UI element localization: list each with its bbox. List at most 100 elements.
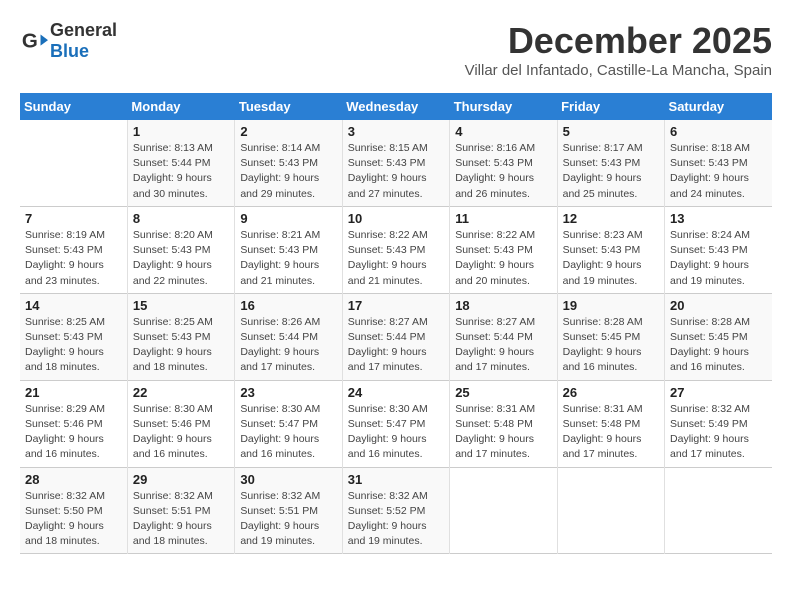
day-number: 2	[240, 124, 336, 139]
day-number: 7	[25, 211, 122, 226]
calendar-week-row: 7 Sunrise: 8:19 AM Sunset: 5:43 PM Daylig…	[20, 206, 772, 293]
calendar-cell: 27Sunrise: 8:32 AM Sunset: 5:49 PM Dayli…	[665, 380, 772, 467]
column-header-friday: Friday	[557, 93, 664, 120]
day-number: 26	[563, 385, 659, 400]
calendar-cell: 10Sunrise: 8:22 AM Sunset: 5:43 PM Dayli…	[342, 206, 449, 293]
day-detail: Sunrise: 8:26 AM Sunset: 5:44 PM Dayligh…	[240, 315, 336, 376]
day-number: 8	[133, 211, 229, 226]
calendar-cell: 29 Sunrise: 8:32 AM Sunset: 5:51 PM Dayli…	[127, 467, 234, 554]
day-detail: Sunrise: 8:24 AM Sunset: 5:43 PM Dayligh…	[670, 228, 767, 289]
calendar-cell: 6Sunrise: 8:18 AM Sunset: 5:43 PM Daylig…	[665, 120, 772, 206]
calendar-cell: 21 Sunrise: 8:29 AM Sunset: 5:46 PM Dayli…	[20, 380, 127, 467]
day-detail: Sunrise: 8:32 AM Sunset: 5:49 PM Dayligh…	[670, 402, 767, 463]
day-detail: Sunrise: 8:32 AM Sunset: 5:50 PM Dayligh…	[25, 489, 122, 550]
day-detail: Sunrise: 8:30 AM Sunset: 5:46 PM Dayligh…	[133, 402, 229, 463]
day-number: 31	[348, 472, 444, 487]
calendar-cell	[450, 467, 557, 554]
day-number: 25	[455, 385, 551, 400]
calendar-cell: 25 Sunrise: 8:31 AM Sunset: 5:48 PM Dayli…	[450, 380, 557, 467]
calendar-cell: 17 Sunrise: 8:27 AM Sunset: 5:44 PM Dayli…	[342, 293, 449, 380]
column-header-monday: Monday	[127, 93, 234, 120]
calendar-cell: 8 Sunrise: 8:20 AM Sunset: 5:43 PM Daylig…	[127, 206, 234, 293]
calendar-cell: 9 Sunrise: 8:21 AM Sunset: 5:43 PM Daylig…	[235, 206, 342, 293]
calendar-cell: 2 Sunrise: 8:14 AM Sunset: 5:43 PM Daylig…	[235, 120, 342, 206]
day-number: 30	[240, 472, 336, 487]
column-header-saturday: Saturday	[665, 93, 772, 120]
day-number: 22	[133, 385, 229, 400]
calendar-cell: 16 Sunrise: 8:26 AM Sunset: 5:44 PM Dayli…	[235, 293, 342, 380]
calendar-cell	[557, 467, 664, 554]
day-detail: Sunrise: 8:22 AM Sunset: 5:43 PM Dayligh…	[455, 228, 551, 289]
day-number: 28	[25, 472, 122, 487]
day-detail: Sunrise: 8:32 AM Sunset: 5:51 PM Dayligh…	[133, 489, 229, 550]
column-header-sunday: Sunday	[20, 93, 127, 120]
day-number: 10	[348, 211, 444, 226]
calendar-cell: 20 Sunrise: 8:28 AM Sunset: 5:45 PM Dayli…	[665, 293, 772, 380]
day-detail: Sunrise: 8:21 AM Sunset: 5:43 PM Dayligh…	[240, 228, 336, 289]
day-number: 11	[455, 211, 551, 226]
day-number: 16	[240, 298, 336, 313]
calendar-cell: 13 Sunrise: 8:24 AM Sunset: 5:43 PM Dayli…	[665, 206, 772, 293]
calendar-cell: 7 Sunrise: 8:19 AM Sunset: 5:43 PM Daylig…	[20, 206, 127, 293]
day-number: 24	[348, 385, 444, 400]
day-detail: Sunrise: 8:32 AM Sunset: 5:51 PM Dayligh…	[240, 489, 336, 550]
day-detail: Sunrise: 8:27 AM Sunset: 5:44 PM Dayligh…	[455, 315, 551, 376]
day-detail: Sunrise: 8:29 AM Sunset: 5:46 PM Dayligh…	[25, 402, 122, 463]
day-number: 15	[133, 298, 229, 313]
calendar-cell	[20, 120, 127, 206]
day-detail: Sunrise: 8:25 AM Sunset: 5:43 PM Dayligh…	[25, 315, 122, 376]
day-detail: Sunrise: 8:14 AM Sunset: 5:43 PM Dayligh…	[240, 141, 336, 202]
day-number: 13	[670, 211, 767, 226]
calendar-cell: 18 Sunrise: 8:27 AM Sunset: 5:44 PM Dayli…	[450, 293, 557, 380]
day-number: 18	[455, 298, 551, 313]
month-title: December 2025	[465, 20, 772, 62]
page-header: G General Blue December 2025 Villar del …	[20, 20, 772, 89]
calendar-table: SundayMondayTuesdayWednesdayThursdayFrid…	[20, 93, 772, 554]
day-detail: Sunrise: 8:20 AM Sunset: 5:43 PM Dayligh…	[133, 228, 229, 289]
day-number: 20	[670, 298, 767, 313]
day-number: 21	[25, 385, 122, 400]
day-number: 12	[563, 211, 659, 226]
calendar-cell: 14 Sunrise: 8:25 AM Sunset: 5:43 PM Dayli…	[20, 293, 127, 380]
day-number: 17	[348, 298, 444, 313]
day-number: 23	[240, 385, 336, 400]
day-number: 3	[348, 124, 444, 139]
day-number: 4	[455, 124, 551, 139]
day-detail: Sunrise: 8:19 AM Sunset: 5:43 PM Dayligh…	[25, 228, 122, 289]
calendar-cell: 4 Sunrise: 8:16 AM Sunset: 5:43 PM Daylig…	[450, 120, 557, 206]
calendar-week-row: 1Sunrise: 8:13 AM Sunset: 5:44 PM Daylig…	[20, 120, 772, 206]
calendar-cell: 19 Sunrise: 8:28 AM Sunset: 5:45 PM Dayli…	[557, 293, 664, 380]
day-detail: Sunrise: 8:18 AM Sunset: 5:43 PM Dayligh…	[670, 141, 767, 202]
day-detail: Sunrise: 8:17 AM Sunset: 5:43 PM Dayligh…	[563, 141, 659, 202]
day-number: 19	[563, 298, 659, 313]
day-number: 14	[25, 298, 122, 313]
day-detail: Sunrise: 8:31 AM Sunset: 5:48 PM Dayligh…	[455, 402, 551, 463]
day-detail: Sunrise: 8:16 AM Sunset: 5:43 PM Dayligh…	[455, 141, 551, 202]
day-number: 1	[133, 124, 229, 139]
calendar-week-row: 14 Sunrise: 8:25 AM Sunset: 5:43 PM Dayli…	[20, 293, 772, 380]
calendar-cell: 11 Sunrise: 8:22 AM Sunset: 5:43 PM Dayli…	[450, 206, 557, 293]
calendar-cell: 30 Sunrise: 8:32 AM Sunset: 5:51 PM Dayli…	[235, 467, 342, 554]
calendar-week-row: 21 Sunrise: 8:29 AM Sunset: 5:46 PM Dayli…	[20, 380, 772, 467]
day-detail: Sunrise: 8:23 AM Sunset: 5:43 PM Dayligh…	[563, 228, 659, 289]
day-number: 5	[563, 124, 659, 139]
calendar-cell: 5 Sunrise: 8:17 AM Sunset: 5:43 PM Daylig…	[557, 120, 664, 206]
calendar-cell: 28 Sunrise: 8:32 AM Sunset: 5:50 PM Dayli…	[20, 467, 127, 554]
logo: G General Blue	[20, 20, 117, 62]
day-detail: Sunrise: 8:28 AM Sunset: 5:45 PM Dayligh…	[563, 315, 659, 376]
day-number: 9	[240, 211, 336, 226]
calendar-cell: 1Sunrise: 8:13 AM Sunset: 5:44 PM Daylig…	[127, 120, 234, 206]
calendar-header-row: SundayMondayTuesdayWednesdayThursdayFrid…	[20, 93, 772, 120]
calendar-cell: 22 Sunrise: 8:30 AM Sunset: 5:46 PM Dayli…	[127, 380, 234, 467]
day-number: 29	[133, 472, 229, 487]
day-detail: Sunrise: 8:32 AM Sunset: 5:52 PM Dayligh…	[348, 489, 444, 550]
column-header-wednesday: Wednesday	[342, 93, 449, 120]
calendar-cell	[665, 467, 772, 554]
day-detail: Sunrise: 8:30 AM Sunset: 5:47 PM Dayligh…	[348, 402, 444, 463]
logo-blue-text: Blue	[50, 41, 89, 61]
column-header-tuesday: Tuesday	[235, 93, 342, 120]
day-detail: Sunrise: 8:27 AM Sunset: 5:44 PM Dayligh…	[348, 315, 444, 376]
svg-text:G: G	[22, 30, 38, 53]
day-detail: Sunrise: 8:28 AM Sunset: 5:45 PM Dayligh…	[670, 315, 767, 376]
day-detail: Sunrise: 8:15 AM Sunset: 5:43 PM Dayligh…	[348, 141, 444, 202]
